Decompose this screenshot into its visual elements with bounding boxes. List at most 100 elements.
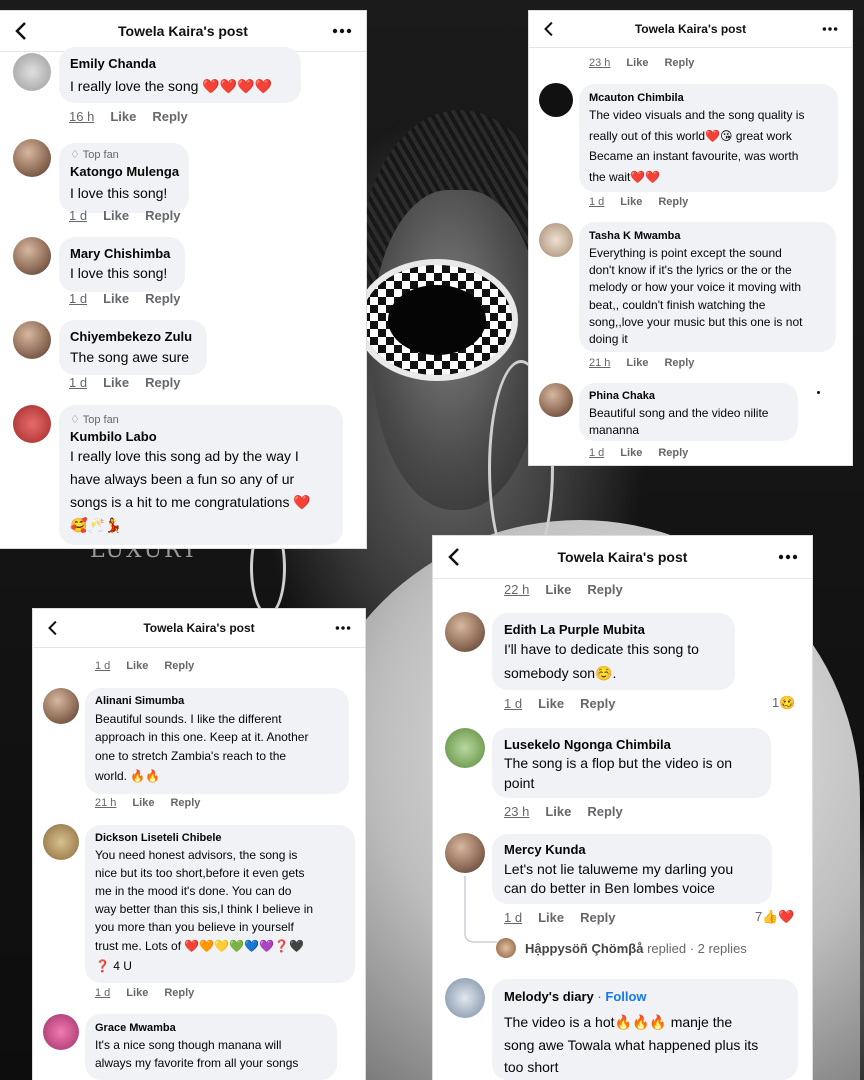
more-options-icon[interactable] [822, 25, 838, 33]
comment-time[interactable]: 1 d [69, 291, 87, 306]
avatar[interactable] [445, 728, 485, 768]
commenter-name[interactable]: Alinani Simumba [95, 695, 184, 707]
avatar[interactable] [13, 405, 51, 443]
like-button[interactable]: Like [126, 987, 148, 999]
comment-time[interactable]: 1 d [69, 375, 87, 390]
avatar[interactable] [445, 612, 485, 652]
more-dot-icon[interactable] [817, 391, 820, 394]
comment-time[interactable]: 22 h [504, 582, 529, 597]
comment-time[interactable]: 16 h [69, 109, 94, 124]
reply-button[interactable]: Reply [580, 910, 615, 925]
reaction-count[interactable]: 7👍❤️ [755, 909, 795, 925]
avatar[interactable] [445, 833, 485, 873]
comment-text-line: way better than this sis,I think I belie… [95, 902, 314, 916]
avatar[interactable] [539, 383, 573, 417]
comment-time[interactable]: 23 h [589, 57, 610, 69]
avatar[interactable] [43, 1014, 79, 1050]
comment-time[interactable]: 1 d [95, 660, 110, 672]
view-replies-link[interactable]: Hậppysöñ Çhömβå replied · 2 replies [525, 941, 747, 956]
commenter-name[interactable]: Lusekelo Ngonga Chimbila [504, 737, 671, 752]
comment-time[interactable]: 21 h [589, 357, 610, 369]
commenter-name[interactable]: Melody's diary [504, 989, 594, 1004]
reply-button[interactable]: Reply [664, 57, 694, 69]
more-options-icon[interactable] [778, 552, 798, 562]
avatar[interactable] [539, 83, 573, 117]
commenter-name[interactable]: Chiyembekezo Zulu [70, 329, 192, 344]
like-button[interactable]: Like [545, 804, 571, 819]
avatar[interactable] [539, 223, 573, 257]
comment-time[interactable]: 1 d [589, 447, 604, 459]
like-button[interactable]: Like [620, 447, 642, 459]
comment-time[interactable]: 1 d [69, 208, 87, 223]
commenter-name[interactable]: Mcauton Chimbila [589, 92, 684, 104]
reply-button[interactable]: Reply [658, 196, 688, 208]
comment-time[interactable]: 1 d [589, 196, 604, 208]
avatar[interactable] [13, 321, 51, 359]
like-button[interactable]: Like [126, 660, 148, 672]
comment-actions: 1 d Like Reply [69, 208, 197, 223]
post-title: Towela Kaira's post [634, 22, 747, 36]
more-options-icon[interactable] [332, 26, 352, 36]
avatar[interactable] [445, 978, 485, 1018]
reply-button[interactable]: Reply [145, 291, 180, 306]
commenter-name[interactable]: Katongo Mulenga [70, 164, 179, 179]
commenter-name[interactable]: Tasha K Mwamba [589, 230, 681, 242]
avatar[interactable] [43, 688, 79, 724]
reply-button[interactable]: Reply [152, 109, 187, 124]
comment-text-line: the wait❤️❤️ [589, 170, 661, 184]
commenter-name[interactable]: Kumbilo Labo [70, 429, 157, 444]
reply-button[interactable]: Reply [164, 660, 194, 672]
comment-time[interactable]: 1 d [504, 910, 522, 925]
reply-button[interactable]: Reply [664, 357, 694, 369]
reply-button[interactable]: Reply [580, 696, 615, 711]
commenter-name[interactable]: Edith La Purple Mubita [504, 622, 645, 637]
like-button[interactable]: Like [626, 357, 648, 369]
reply-button[interactable]: Reply [587, 804, 622, 819]
like-button[interactable]: Like [103, 375, 129, 390]
reply-button[interactable]: Reply [164, 987, 194, 999]
reply-button[interactable]: Reply [145, 375, 180, 390]
reply-button[interactable]: Reply [658, 447, 688, 459]
diamond-icon: ♢ [70, 149, 83, 161]
commenter-name[interactable]: Emily Chanda [70, 56, 156, 71]
like-button[interactable]: Like [103, 208, 129, 223]
back-arrow-icon[interactable] [447, 547, 463, 567]
back-arrow-icon[interactable] [47, 620, 60, 636]
avatar[interactable] [13, 53, 51, 91]
avatar[interactable] [496, 938, 516, 958]
like-button[interactable]: Like [626, 57, 648, 69]
comment-actions: 1 d Like Reply [504, 910, 632, 925]
like-button[interactable]: Like [620, 196, 642, 208]
avatar[interactable] [43, 824, 79, 860]
avatar[interactable] [13, 139, 51, 177]
comment-time[interactable]: 21 h [95, 797, 116, 809]
comment-actions: 23 h Like Reply [504, 804, 639, 819]
commenter-name[interactable]: Mercy Kunda [504, 842, 586, 857]
like-button[interactable]: Like [538, 910, 564, 925]
avatar[interactable] [13, 237, 51, 275]
comment-actions: 1 d Like Reply [504, 696, 632, 711]
like-button[interactable]: Like [538, 696, 564, 711]
commenter-name[interactable]: Mary Chishimba [70, 246, 170, 261]
comments-screenshot-4: Towela Kaira's post 22 h Like Reply Edith … [433, 536, 812, 1080]
reaction-count[interactable]: 1🥴 [772, 695, 795, 711]
back-arrow-icon[interactable] [14, 21, 30, 41]
like-button[interactable]: Like [132, 797, 154, 809]
commenter-name[interactable]: Dickson Liseteli Chibele [95, 832, 222, 844]
back-arrow-icon[interactable] [543, 21, 556, 37]
reply-button[interactable]: Reply [170, 797, 200, 809]
comment-time[interactable]: 1 d [95, 987, 110, 999]
reply-button[interactable]: Reply [145, 208, 180, 223]
commenter-name[interactable]: Phina Chaka [589, 390, 655, 402]
post-header: Towela Kaira's post [433, 536, 812, 579]
comment-time[interactable]: 1 d [504, 696, 522, 711]
comment-text-line: songs is a hit to me congratulations ❤️ [70, 494, 311, 510]
commenter-name[interactable]: Grace Mwamba [95, 1022, 176, 1034]
like-button[interactable]: Like [103, 291, 129, 306]
like-button[interactable]: Like [545, 582, 571, 597]
reply-button[interactable]: Reply [587, 582, 622, 597]
comment-time[interactable]: 23 h [504, 804, 529, 819]
follow-button[interactable]: Follow [605, 989, 646, 1004]
like-button[interactable]: Like [110, 109, 136, 124]
more-options-icon[interactable] [335, 624, 351, 632]
